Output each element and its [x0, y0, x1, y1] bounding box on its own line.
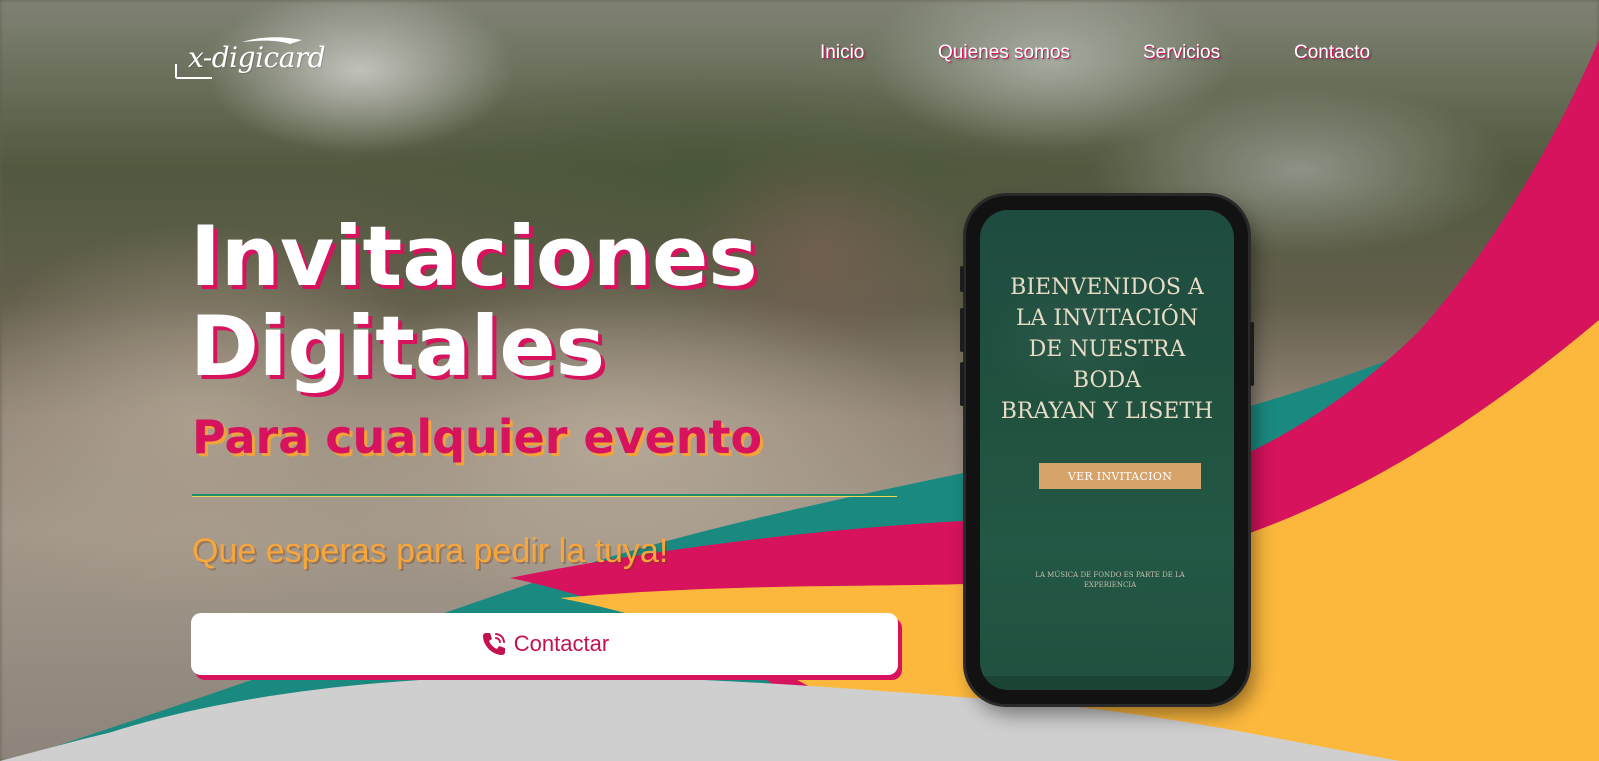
- nav-link-quienes-somos[interactable]: Quienes somos: [938, 42, 1070, 64]
- view-invitation-button[interactable]: VER INVITACION: [1039, 463, 1201, 489]
- phone-screen: BIENVENIDOS A LA INVITACIÓN DE NUESTRA B…: [980, 210, 1234, 690]
- phone-mockup: BIENVENIDOS A LA INVITACIÓN DE NUESTRA B…: [960, 196, 1254, 704]
- hero-title: Invitaciones Digitales: [190, 212, 830, 392]
- nav-link-servicios[interactable]: Servicios: [1143, 42, 1220, 64]
- brand-logo[interactable]: x-digicard: [172, 34, 342, 84]
- hero-tagline: Que esperas para pedir la tuya!: [192, 532, 669, 570]
- hero-title-line-2: Digitales: [190, 298, 606, 395]
- phone-call-icon: [482, 633, 505, 655]
- nav-link-contacto[interactable]: Contacto: [1294, 42, 1370, 64]
- main-nav: Inicio Quienes somos Servicios Contacto: [820, 42, 1420, 72]
- music-note-text: LA MÚSICA DE FONDO ES PARTE DE LA EXPERI…: [1035, 571, 1185, 589]
- divider: [192, 494, 897, 497]
- contact-button[interactable]: Contactar: [191, 613, 898, 675]
- invitation-welcome-text: BIENVENIDOS A LA INVITACIÓN DE NUESTRA B…: [1000, 275, 1214, 424]
- contact-button-label: Contactar: [513, 631, 610, 656]
- hero-title-line-1: Invitaciones: [190, 208, 758, 305]
- hero-subtitle: Para cualquier evento: [192, 410, 763, 464]
- logo-text: x-digicard: [188, 41, 326, 74]
- hero-section: x-digicard Inicio Quienes somos Servicio…: [0, 0, 1599, 761]
- nav-link-inicio[interactable]: Inicio: [820, 42, 864, 64]
